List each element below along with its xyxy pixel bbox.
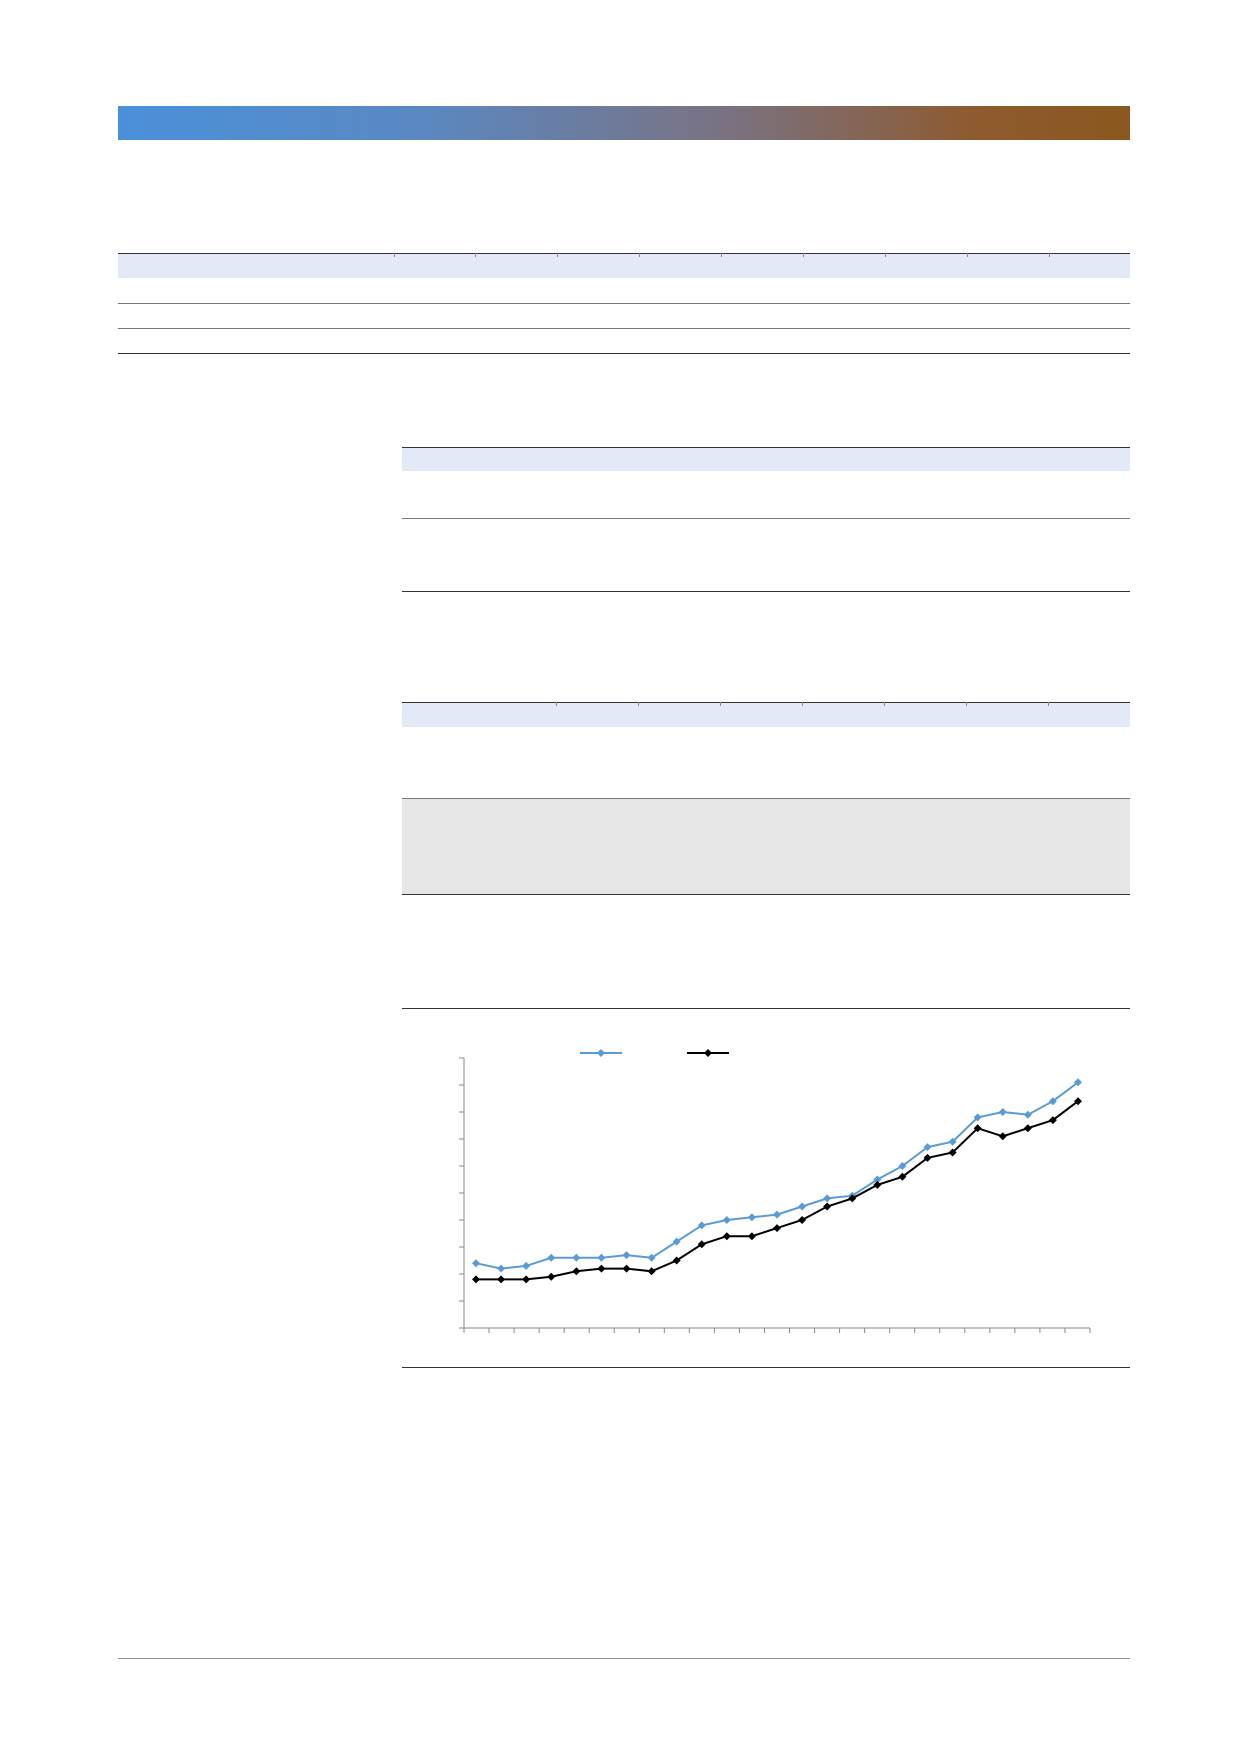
series-1-point <box>998 1108 1007 1116</box>
line-chart <box>459 1049 1091 1333</box>
table-1-bottom-rule <box>118 353 1130 354</box>
table-3-row-divider <box>402 894 1130 895</box>
table-1-header-row <box>118 254 1130 278</box>
series-1-point <box>472 1259 480 1268</box>
series-1-point <box>722 1216 731 1224</box>
chart-bottom-rule <box>402 1367 1130 1368</box>
table-3-shaded-row <box>402 799 1130 894</box>
table-1-row-divider <box>118 328 1130 329</box>
series-2-point <box>547 1272 556 1281</box>
series-1-point <box>522 1261 531 1270</box>
table-2-bottom-rule <box>402 591 1130 592</box>
series-1-point <box>1023 1110 1032 1119</box>
chart-container <box>402 1010 1130 1370</box>
series-2-line <box>476 1100 1079 1281</box>
series-2-point <box>747 1232 756 1241</box>
series-2-point <box>773 1224 781 1233</box>
series-2-point <box>472 1275 480 1284</box>
series-1-point <box>747 1213 756 1222</box>
table-2-header-row <box>402 448 1130 471</box>
table-1-row-divider <box>118 303 1130 304</box>
series-2-point <box>722 1232 731 1241</box>
series-1-point <box>773 1210 781 1219</box>
table-3-header-row <box>402 703 1130 727</box>
series-1-point <box>597 1253 606 1262</box>
series-1-point <box>823 1194 832 1203</box>
header-banner <box>118 106 1130 140</box>
series-1-point <box>572 1253 581 1262</box>
legend-series-2-marker <box>704 1049 712 1057</box>
series-2-point <box>647 1267 656 1276</box>
series-1-point <box>547 1253 556 1262</box>
series-2-point <box>1023 1124 1032 1133</box>
table-3-bottom-rule <box>402 1008 1130 1009</box>
table-2-row-divider <box>402 518 1130 519</box>
legend-series-1-marker <box>597 1049 605 1057</box>
series-1-point <box>497 1264 506 1273</box>
series-1-line <box>475 1081 1079 1270</box>
series-2-point <box>998 1132 1007 1141</box>
series-2-point <box>798 1216 807 1224</box>
series-2-point <box>597 1264 606 1273</box>
series-2-point <box>622 1264 631 1273</box>
series-2-point <box>572 1267 581 1276</box>
series-2-point <box>823 1202 832 1211</box>
footer-rule <box>118 1658 1130 1659</box>
series-2-point <box>497 1275 506 1284</box>
series-1-point <box>622 1251 631 1260</box>
series-2-point <box>522 1275 531 1284</box>
series-1-point <box>798 1202 807 1211</box>
